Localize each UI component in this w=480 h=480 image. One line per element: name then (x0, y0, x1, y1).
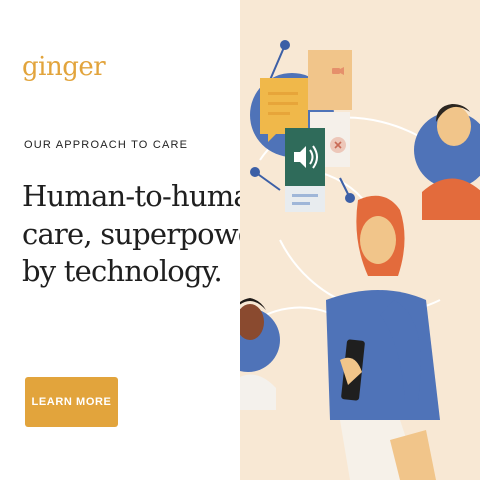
woman-with-phone (326, 195, 440, 480)
headline-line-2: care, superpowered (22, 216, 302, 251)
eyebrow-label: OUR APPROACH TO CARE (24, 139, 189, 151)
headline: Human-to-human care, superpowered by tec… (22, 178, 302, 291)
learn-more-button[interactable]: LEARN MORE (25, 377, 118, 427)
headline-line-3: by technology. (22, 254, 223, 289)
headline-line-1: Human-to-human (22, 179, 269, 213)
person-avatar-bottom-left (240, 298, 280, 410)
ginger-logo[interactable]: ginger (22, 52, 106, 82)
text-panel: ginger OUR APPROACH TO CARE Human-to-hum… (0, 0, 302, 480)
illustration-panel (240, 0, 480, 480)
speaker-card (285, 128, 325, 212)
video-camera-icon (332, 67, 344, 75)
care-illustration (240, 40, 480, 480)
person-avatar-top-right (414, 104, 480, 220)
